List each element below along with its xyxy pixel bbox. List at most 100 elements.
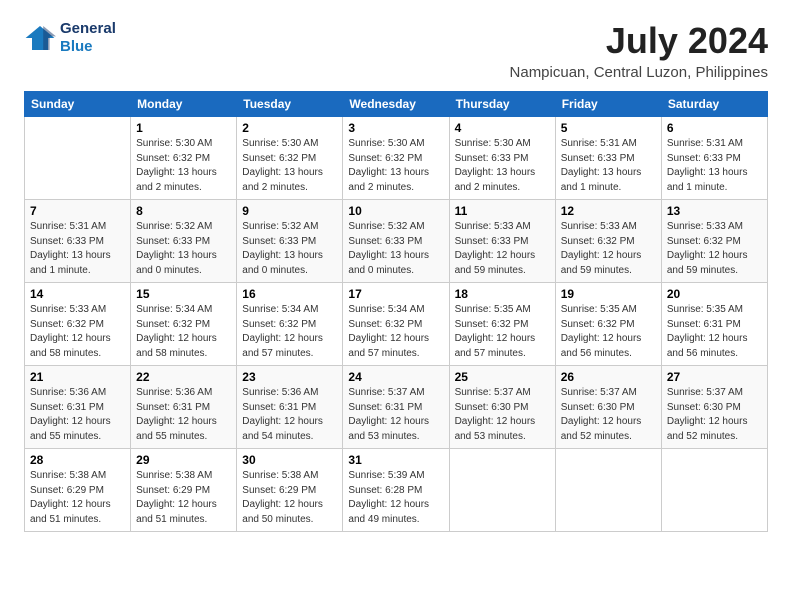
week-row-1: 1 Sunrise: 5:30 AM Sunset: 6:32 PM Daylig…	[25, 117, 768, 200]
day-info: Sunrise: 5:37 AM Sunset: 6:30 PM Dayligh…	[561, 386, 656, 444]
day-number: 28	[30, 453, 125, 467]
column-header-friday: Friday	[555, 92, 661, 117]
day-info: Sunrise: 5:37 AM Sunset: 6:31 PM Dayligh…	[348, 386, 443, 444]
day-number: 15	[136, 287, 231, 301]
calendar-cell: 22 Sunrise: 5:36 AM Sunset: 6:31 PM Dayli…	[131, 366, 237, 449]
calendar-cell: 2 Sunrise: 5:30 AM Sunset: 6:32 PM Daylig…	[237, 117, 343, 200]
day-number: 4	[455, 121, 550, 135]
day-number: 31	[348, 453, 443, 467]
day-number: 29	[136, 453, 231, 467]
day-info: Sunrise: 5:30 AM Sunset: 6:32 PM Dayligh…	[242, 137, 337, 195]
calendar-cell: 16 Sunrise: 5:34 AM Sunset: 6:32 PM Dayli…	[237, 283, 343, 366]
day-info: Sunrise: 5:31 AM Sunset: 6:33 PM Dayligh…	[561, 137, 656, 195]
main-title: July 2024	[510, 20, 768, 62]
calendar-cell: 4 Sunrise: 5:30 AM Sunset: 6:33 PM Daylig…	[449, 117, 555, 200]
calendar-cell: 18Sunrise: 5:35 AM Sunset: 6:32 PM Dayli…	[449, 283, 555, 366]
day-number: 11	[455, 204, 550, 218]
logo: General Blue	[24, 20, 116, 56]
calendar-cell: 13Sunrise: 5:33 AM Sunset: 6:32 PM Dayli…	[661, 200, 767, 283]
day-info: Sunrise: 5:30 AM Sunset: 6:33 PM Dayligh…	[455, 137, 550, 195]
day-info: Sunrise: 5:36 AM Sunset: 6:31 PM Dayligh…	[242, 386, 337, 444]
column-header-saturday: Saturday	[661, 92, 767, 117]
day-info: Sunrise: 5:35 AM Sunset: 6:31 PM Dayligh…	[667, 303, 762, 361]
day-number: 18	[455, 287, 550, 301]
day-info: Sunrise: 5:33 AM Sunset: 6:33 PM Dayligh…	[455, 220, 550, 278]
column-header-sunday: Sunday	[25, 92, 131, 117]
week-row-5: 28 Sunrise: 5:38 AM Sunset: 6:29 PM Dayli…	[25, 449, 768, 532]
calendar-cell: 21Sunrise: 5:36 AM Sunset: 6:31 PM Dayli…	[25, 366, 131, 449]
calendar-cell: 5 Sunrise: 5:31 AM Sunset: 6:33 PM Daylig…	[555, 117, 661, 200]
calendar-cell: 11 Sunrise: 5:33 AM Sunset: 6:33 PM Dayli…	[449, 200, 555, 283]
calendar-cell: 20 Sunrise: 5:35 AM Sunset: 6:31 PM Dayli…	[661, 283, 767, 366]
day-number: 23	[242, 370, 337, 384]
day-number: 9	[242, 204, 337, 218]
title-block: July 2024 Nampicuan, Central Luzon, Phil…	[510, 20, 768, 81]
day-number: 27	[667, 370, 762, 384]
day-info: Sunrise: 5:34 AM Sunset: 6:32 PM Dayligh…	[242, 303, 337, 361]
logo-text: General Blue	[60, 20, 116, 56]
calendar-cell	[555, 449, 661, 532]
column-header-tuesday: Tuesday	[237, 92, 343, 117]
calendar-cell: 31 Sunrise: 5:39 AM Sunset: 6:28 PM Dayli…	[343, 449, 449, 532]
calendar-cell: 30Sunrise: 5:38 AM Sunset: 6:29 PM Dayli…	[237, 449, 343, 532]
day-number: 14	[30, 287, 125, 301]
calendar-body: 1 Sunrise: 5:30 AM Sunset: 6:32 PM Daylig…	[25, 117, 768, 532]
day-number: 3	[348, 121, 443, 135]
day-info: Sunrise: 5:38 AM Sunset: 6:29 PM Dayligh…	[30, 469, 125, 527]
calendar-cell: 24 Sunrise: 5:37 AM Sunset: 6:31 PM Dayli…	[343, 366, 449, 449]
day-info: Sunrise: 5:33 AM Sunset: 6:32 PM Dayligh…	[561, 220, 656, 278]
calendar-cell: 14 Sunrise: 5:33 AM Sunset: 6:32 PM Dayli…	[25, 283, 131, 366]
day-info: Sunrise: 5:32 AM Sunset: 6:33 PM Dayligh…	[348, 220, 443, 278]
calendar-cell: 10 Sunrise: 5:32 AM Sunset: 6:33 PM Dayli…	[343, 200, 449, 283]
day-number: 25	[455, 370, 550, 384]
day-number: 2	[242, 121, 337, 135]
day-info: Sunrise: 5:36 AM Sunset: 6:31 PM Dayligh…	[136, 386, 231, 444]
calendar-cell: 29Sunrise: 5:38 AM Sunset: 6:29 PM Dayli…	[131, 449, 237, 532]
calendar-cell	[25, 117, 131, 200]
calendar-cell	[661, 449, 767, 532]
day-info: Sunrise: 5:31 AM Sunset: 6:33 PM Dayligh…	[30, 220, 125, 278]
day-info: Sunrise: 5:33 AM Sunset: 6:32 PM Dayligh…	[30, 303, 125, 361]
logo-icon	[24, 22, 56, 54]
column-header-thursday: Thursday	[449, 92, 555, 117]
day-number: 13	[667, 204, 762, 218]
subtitle: Nampicuan, Central Luzon, Philippines	[510, 64, 768, 81]
day-info: Sunrise: 5:37 AM Sunset: 6:30 PM Dayligh…	[667, 386, 762, 444]
calendar-cell: 7 Sunrise: 5:31 AM Sunset: 6:33 PM Daylig…	[25, 200, 131, 283]
day-info: Sunrise: 5:35 AM Sunset: 6:32 PM Dayligh…	[561, 303, 656, 361]
day-info: Sunrise: 5:34 AM Sunset: 6:32 PM Dayligh…	[348, 303, 443, 361]
day-number: 16	[242, 287, 337, 301]
calendar-cell: 19 Sunrise: 5:35 AM Sunset: 6:32 PM Dayli…	[555, 283, 661, 366]
day-number: 24	[348, 370, 443, 384]
day-number: 5	[561, 121, 656, 135]
day-number: 7	[30, 204, 125, 218]
day-info: Sunrise: 5:31 AM Sunset: 6:33 PM Dayligh…	[667, 137, 762, 195]
calendar-cell: 25 Sunrise: 5:37 AM Sunset: 6:30 PM Dayli…	[449, 366, 555, 449]
day-info: Sunrise: 5:30 AM Sunset: 6:32 PM Dayligh…	[136, 137, 231, 195]
day-info: Sunrise: 5:32 AM Sunset: 6:33 PM Dayligh…	[136, 220, 231, 278]
calendar-cell: 12Sunrise: 5:33 AM Sunset: 6:32 PM Dayli…	[555, 200, 661, 283]
day-number: 17	[348, 287, 443, 301]
day-info: Sunrise: 5:36 AM Sunset: 6:31 PM Dayligh…	[30, 386, 125, 444]
day-number: 6	[667, 121, 762, 135]
calendar-cell: 28 Sunrise: 5:38 AM Sunset: 6:29 PM Dayli…	[25, 449, 131, 532]
day-number: 1	[136, 121, 231, 135]
day-info: Sunrise: 5:30 AM Sunset: 6:32 PM Dayligh…	[348, 137, 443, 195]
calendar-cell: 27 Sunrise: 5:37 AM Sunset: 6:30 PM Dayli…	[661, 366, 767, 449]
day-number: 10	[348, 204, 443, 218]
calendar-cell: 9Sunrise: 5:32 AM Sunset: 6:33 PM Daylig…	[237, 200, 343, 283]
day-number: 22	[136, 370, 231, 384]
calendar-cell: 15Sunrise: 5:34 AM Sunset: 6:32 PM Dayli…	[131, 283, 237, 366]
calendar-cell: 23 Sunrise: 5:36 AM Sunset: 6:31 PM Dayli…	[237, 366, 343, 449]
calendar-cell: 26Sunrise: 5:37 AM Sunset: 6:30 PM Dayli…	[555, 366, 661, 449]
page: General Blue July 2024 Nampicuan, Centra…	[0, 0, 792, 612]
day-info: Sunrise: 5:37 AM Sunset: 6:30 PM Dayligh…	[455, 386, 550, 444]
day-number: 19	[561, 287, 656, 301]
calendar-cell	[449, 449, 555, 532]
calendar-cell: 1 Sunrise: 5:30 AM Sunset: 6:32 PM Daylig…	[131, 117, 237, 200]
day-info: Sunrise: 5:39 AM Sunset: 6:28 PM Dayligh…	[348, 469, 443, 527]
calendar-cell: 3 Sunrise: 5:30 AM Sunset: 6:32 PM Daylig…	[343, 117, 449, 200]
day-number: 20	[667, 287, 762, 301]
calendar-cell: 6 Sunrise: 5:31 AM Sunset: 6:33 PM Daylig…	[661, 117, 767, 200]
day-number: 8	[136, 204, 231, 218]
